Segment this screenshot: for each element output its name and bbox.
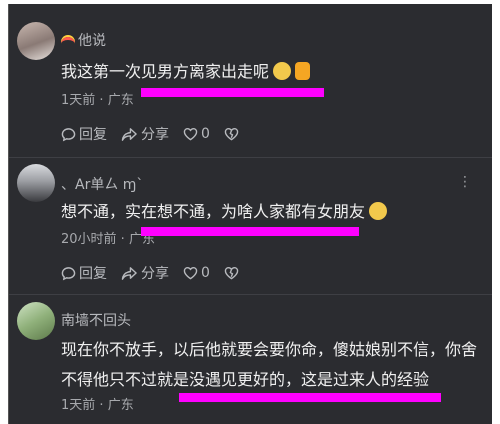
embarrassed-emoji-icon [273, 62, 292, 80]
comment-actions: 回复 分享 0 [61, 124, 256, 144]
avatar[interactable] [17, 164, 55, 202]
like-count: 0 [201, 265, 210, 281]
comment-username[interactable]: 他说 [61, 30, 106, 50]
dislike-button[interactable] [224, 127, 242, 141]
reply-button[interactable]: 回复 [61, 124, 107, 144]
highlight-mark [141, 227, 359, 236]
divider [9, 157, 492, 158]
comment-username[interactable]: 南墙不回头 [61, 310, 131, 330]
comment-username[interactable]: 、Ar单ㄙ ɱ` [61, 174, 143, 194]
share-icon [121, 127, 137, 141]
comment-actions: 回复 分享 0 [61, 263, 256, 283]
share-button[interactable]: 分享 [121, 124, 169, 144]
avatar[interactable] [17, 22, 55, 60]
share-icon [121, 266, 137, 280]
highlight-mark [179, 393, 441, 402]
thumbs-up-emoji-icon [295, 62, 311, 80]
comment-meta: 1天前 · 广东 [61, 398, 134, 413]
broken-heart-icon [224, 266, 239, 280]
comment-text: 想不通，实在想不通，为啥人家都有女朋友 [61, 197, 388, 227]
divider [9, 294, 492, 295]
comment-text: 我这第一次见男方离家出走呢 [61, 57, 311, 87]
dislike-button[interactable] [224, 266, 242, 280]
highlight-mark [141, 88, 324, 97]
reply-button[interactable]: 回复 [61, 263, 107, 283]
reply-icon [61, 266, 76, 280]
rainbow-icon [61, 37, 75, 45]
comment-panel: 他说 我这第一次见男方离家出走呢 1天前 · 广东 回复 分享 0 、Ar单ㄙ … [8, 4, 492, 424]
like-button[interactable]: 0 [183, 265, 210, 281]
heart-icon [183, 266, 198, 280]
reply-icon [61, 127, 76, 141]
comment-meta: 1天前 · 广东 [61, 93, 134, 108]
broken-heart-icon [224, 127, 239, 141]
avatar[interactable] [17, 302, 55, 340]
comment-text: 现在你不放手，以后他就要会要你命，傻姑娘别不信，你舍 不得他只不过就是没遇见更好… [61, 340, 478, 389]
heart-icon [183, 127, 198, 141]
like-button[interactable]: 0 [183, 126, 210, 142]
crying-emoji-icon [369, 202, 388, 220]
like-count: 0 [201, 126, 210, 142]
more-icon[interactable]: ⋮ [458, 174, 473, 190]
share-button[interactable]: 分享 [121, 263, 169, 283]
